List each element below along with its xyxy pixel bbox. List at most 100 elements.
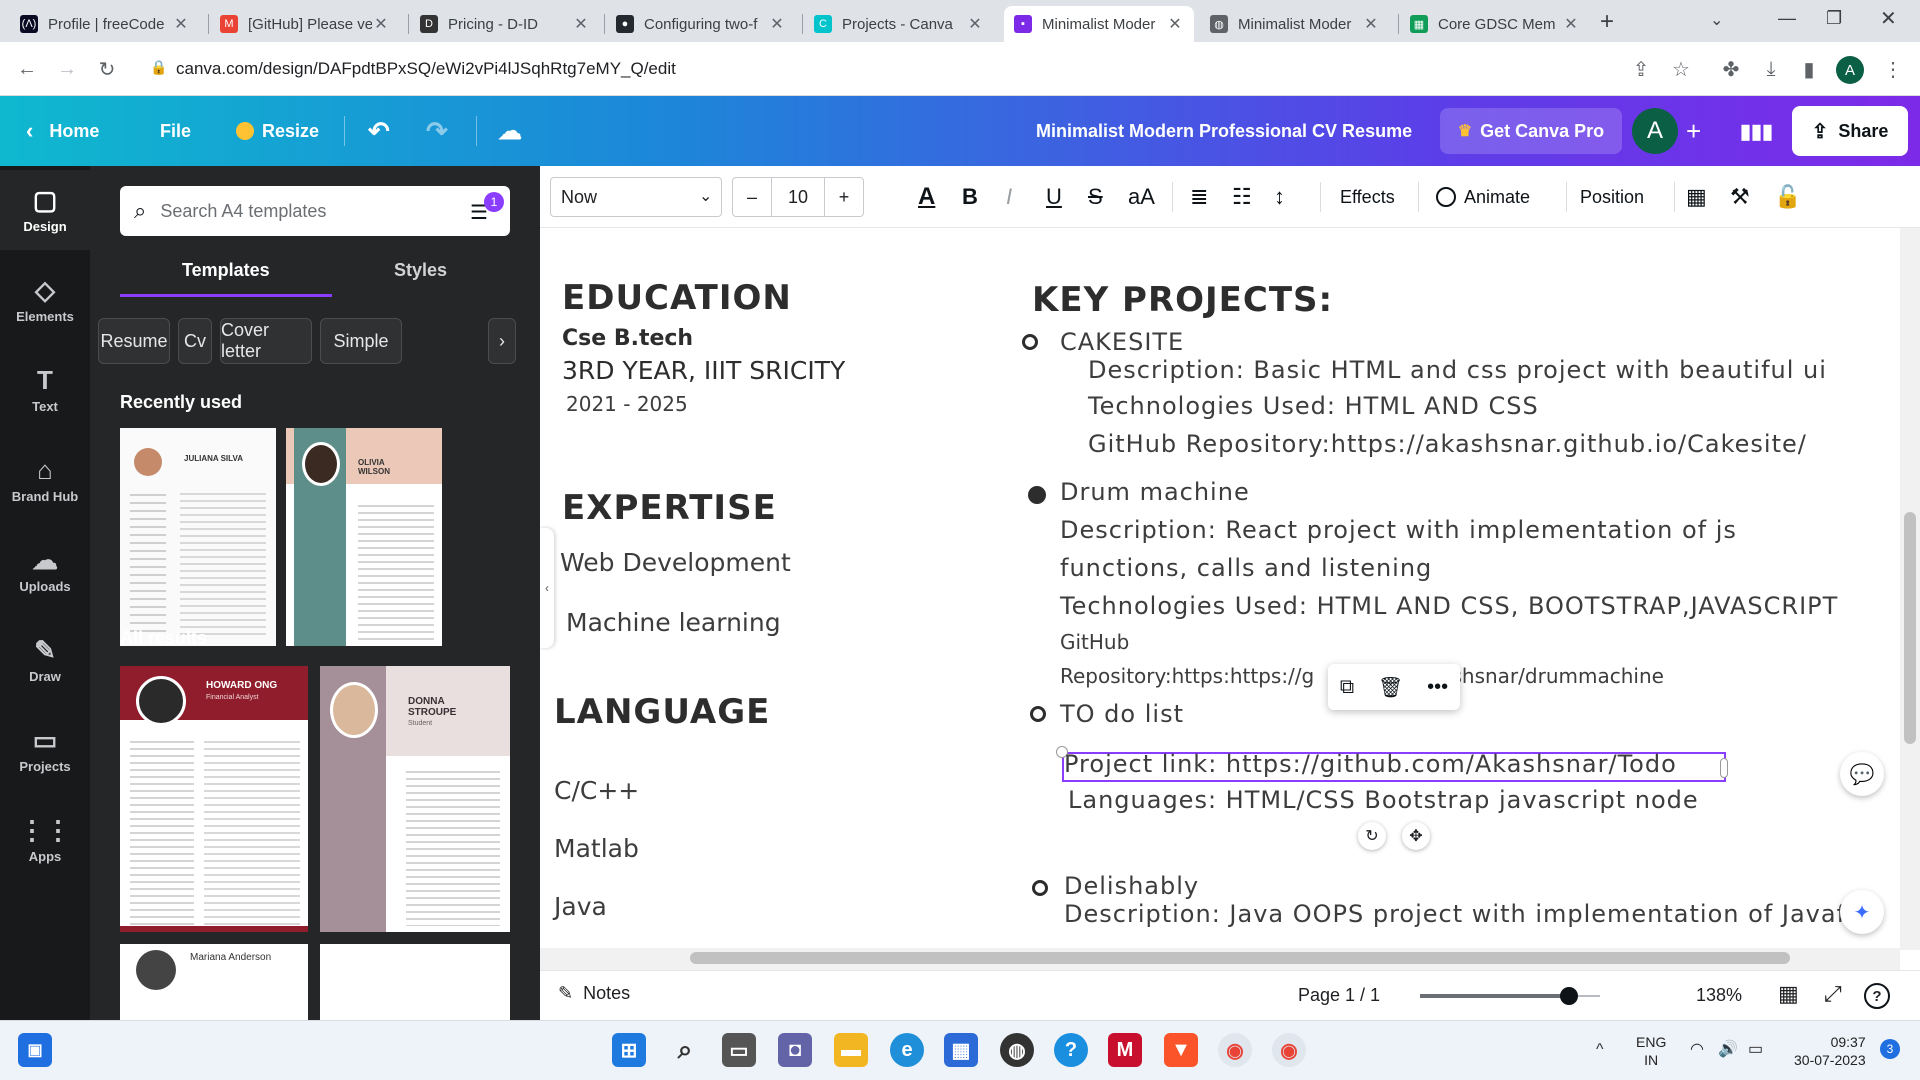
- more-options-icon[interactable]: •••: [1427, 676, 1448, 699]
- browser-tab[interactable]: ▦ Core GDSC Mem ✕: [1400, 6, 1590, 42]
- zoom-level[interactable]: 138%: [1696, 985, 1742, 1006]
- expertise-item[interactable]: Web Development: [560, 548, 791, 577]
- reload-icon[interactable]: ↻: [94, 56, 120, 82]
- transparency-icon[interactable]: ▦: [1686, 166, 1707, 228]
- project-link[interactable]: Project link: https://github.com/Akashsn…: [1064, 750, 1677, 778]
- project-description[interactable]: Description: React project with implemen…: [1060, 516, 1737, 544]
- template-thumb-mariana[interactable]: Mariana Anderson: [120, 944, 308, 1020]
- scroll-thumb[interactable]: [1904, 512, 1916, 744]
- minimize-icon[interactable]: —: [1778, 8, 1796, 29]
- duplicate-icon[interactable]: ⧉: [1340, 676, 1354, 699]
- template-search-input[interactable]: ⌕ Search A4 templates ☰ 1: [120, 186, 510, 236]
- project-title[interactable]: Drum machine: [1060, 478, 1250, 506]
- help-icon[interactable]: ?: [1864, 983, 1890, 1009]
- browser-menu-icon[interactable]: ⋮: [1880, 56, 1906, 82]
- new-tab-button[interactable]: +: [1600, 8, 1614, 36]
- template-thumb-partial[interactable]: [320, 944, 510, 1020]
- language-indicator[interactable]: ENG IN: [1636, 1033, 1666, 1069]
- trash-icon[interactable]: 🗑: [1378, 675, 1403, 700]
- font-family-select[interactable]: Now ⌄: [550, 177, 722, 217]
- filter-chip[interactable]: Cover letter: [220, 318, 312, 364]
- volume-icon[interactable]: 🔊: [1718, 1039, 1738, 1059]
- language-item[interactable]: Matlab: [554, 834, 639, 863]
- download-icon[interactable]: ⤓: [1758, 56, 1784, 82]
- rail-item-uploads[interactable]: ☁ Uploads: [0, 530, 90, 610]
- help-app-icon[interactable]: ?: [1054, 1033, 1088, 1067]
- tab-styles[interactable]: Styles: [394, 260, 447, 281]
- browser-tab[interactable]: M [GitHub] Please ve ✕: [210, 6, 400, 42]
- bold-icon[interactable]: B: [962, 166, 978, 228]
- filter-chip[interactable]: Resume: [98, 318, 170, 364]
- underline-icon[interactable]: U: [1046, 166, 1062, 228]
- letter-case-icon[interactable]: aA: [1128, 166, 1155, 228]
- battery-icon[interactable]: ▭: [1748, 1039, 1763, 1059]
- tab-templates[interactable]: Templates: [182, 260, 270, 281]
- chips-next-icon[interactable]: ›: [488, 318, 516, 364]
- strikethrough-icon[interactable]: S: [1088, 166, 1103, 228]
- undo-icon[interactable]: ↶: [368, 96, 390, 166]
- project-tech[interactable]: Technologies Used: HTML AND CSS, BOOTSTR…: [1060, 592, 1838, 620]
- profile-avatar[interactable]: A: [1836, 56, 1864, 84]
- paint-format-icon[interactable]: ⚒: [1730, 166, 1750, 228]
- magic-assistant-icon[interactable]: ✦: [1840, 890, 1884, 934]
- cloud-saved-icon[interactable]: ☁: [498, 96, 522, 166]
- increase-size-button[interactable]: +: [825, 187, 863, 208]
- insights-chart-icon[interactable]: ▮▮▮: [1740, 96, 1773, 166]
- project-description[interactable]: Description: Basic HTML and css project …: [1088, 356, 1827, 384]
- share-button[interactable]: ⇪ Share: [1792, 106, 1908, 156]
- grid-view-icon[interactable]: ▦: [1778, 981, 1799, 1007]
- language-item[interactable]: Java: [554, 892, 607, 921]
- project-languages[interactable]: Languages: HTML/CSS Bootstrap javascript…: [1068, 786, 1699, 814]
- project-repo[interactable]: GitHub: [1060, 630, 1129, 654]
- browser-tab[interactable]: D Pricing - D-ID ✕: [410, 6, 600, 42]
- start-icon[interactable]: ⊞: [612, 1033, 646, 1067]
- home-button[interactable]: ‹ Home: [26, 96, 99, 166]
- project-description[interactable]: functions, calls and listening: [1060, 554, 1432, 582]
- close-tab-icon[interactable]: ✕: [572, 14, 590, 34]
- tray-expand-icon[interactable]: ^: [1596, 1041, 1604, 1059]
- teams-icon[interactable]: ◘: [778, 1033, 812, 1067]
- horizontal-scrollbar[interactable]: [540, 948, 1900, 970]
- task-view-icon[interactable]: ▣: [18, 1033, 52, 1067]
- collapse-panel-handle[interactable]: ‹: [540, 528, 554, 648]
- vertical-scrollbar[interactable]: [1900, 228, 1920, 950]
- template-thumb-olivia[interactable]: OLIVIA WILSON: [286, 428, 442, 646]
- project-repo[interactable]: Repository:https:https://g: [1060, 664, 1314, 688]
- animate-button[interactable]: Animate: [1436, 166, 1530, 228]
- language-heading[interactable]: LANGUAGE: [554, 692, 770, 732]
- get-canva-pro-button[interactable]: ♛ Get Canva Pro: [1440, 108, 1622, 154]
- expertise-item[interactable]: Machine learning: [566, 608, 781, 637]
- task-switch-icon[interactable]: ▭: [722, 1033, 756, 1067]
- file-menu-button[interactable]: File: [160, 96, 191, 166]
- close-tab-icon[interactable]: ✕: [1166, 14, 1184, 34]
- close-tab-icon[interactable]: ✕: [1362, 14, 1380, 34]
- position-button[interactable]: Position: [1580, 166, 1644, 228]
- url-field[interactable]: 🔒 canva.com/design/DAFpdtBPxSQ/eWi2vPi4l…: [140, 48, 1700, 90]
- list-icon[interactable]: ☷: [1232, 166, 1252, 228]
- align-icon[interactable]: ≣: [1190, 166, 1208, 228]
- design-canvas[interactable]: EDUCATION Cse B.tech 3RD YEAR, IIIT SRIC…: [540, 228, 1910, 950]
- rail-item-projects[interactable]: ▭ Projects: [0, 710, 90, 790]
- comment-icon[interactable]: 💬: [1840, 752, 1884, 796]
- maximize-icon[interactable]: ❐: [1826, 8, 1842, 29]
- project-title[interactable]: TO do list: [1060, 700, 1184, 728]
- text-color-icon[interactable]: A: [918, 166, 935, 228]
- browser-tab[interactable]: (Λ) Profile | freeCode ✕: [10, 6, 200, 42]
- chrome-profile-icon[interactable]: ◉: [1272, 1033, 1306, 1067]
- filter-chip[interactable]: Simple: [320, 318, 402, 364]
- notification-badge[interactable]: 3: [1880, 1039, 1900, 1059]
- rail-item-elements[interactable]: ◇ Elements: [0, 260, 90, 340]
- language-item[interactable]: C/C++: [554, 776, 639, 805]
- page-indicator[interactable]: Page 1 / 1: [1298, 985, 1380, 1006]
- lock-icon[interactable]: 🔓: [1774, 166, 1801, 228]
- project-repo[interactable]: GitHub Repository:https://akashsnar.gith…: [1088, 430, 1807, 458]
- education-year[interactable]: 3RD YEAR, IIIT SRICITY: [562, 356, 845, 385]
- user-avatar[interactable]: A: [1632, 108, 1678, 154]
- italic-icon[interactable]: I: [1006, 166, 1012, 228]
- clock[interactable]: 09:37 30-07-2023: [1794, 1033, 1866, 1069]
- browser-tab[interactable]: ▪ Minimalist Moder ✕: [1004, 6, 1194, 42]
- file-explorer-icon[interactable]: ▬: [834, 1033, 868, 1067]
- rail-item-brand-hub[interactable]: ⌂ Brand Hub: [0, 440, 90, 520]
- app-icon[interactable]: ◍: [1000, 1033, 1034, 1067]
- extensions-icon[interactable]: ✤: [1718, 56, 1744, 82]
